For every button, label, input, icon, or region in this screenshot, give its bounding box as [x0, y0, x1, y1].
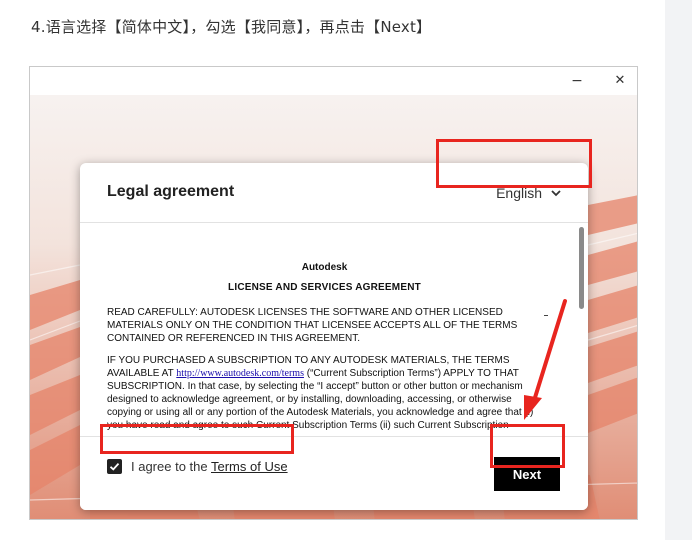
agree-label: I agree to the Terms of Use	[131, 459, 288, 474]
agree-label-text: I agree to the	[131, 459, 211, 474]
agreement-scrollbar[interactable]	[579, 227, 584, 309]
text-mark	[544, 315, 548, 316]
terms-url-link[interactable]: http://www.autodesk.com/terms	[176, 368, 304, 379]
next-button[interactable]: Next	[494, 457, 560, 491]
language-select[interactable]: English	[442, 175, 582, 211]
step-instruction: 4.语言选择【简体中文】，勾选【我同意】，再点击【Next】	[31, 18, 432, 36]
page-gutter	[665, 0, 692, 540]
minimize-button[interactable]: −	[567, 71, 587, 91]
dialog-header: Legal agreement English	[80, 163, 588, 223]
dialog-title: Legal agreement	[107, 183, 235, 200]
article-body: 4.语言选择【简体中文】，勾选【我同意】，再点击【Next】 − ✕ Legal…	[0, 0, 665, 540]
legal-agreement-dialog: Legal agreement English Autodesk LICENSE…	[80, 163, 588, 510]
agreement-paragraph-2: IF YOU PURCHASED A SUBSCRIPTION TO ANY A…	[107, 354, 542, 432]
agree-row[interactable]: I agree to the Terms of Use	[107, 459, 288, 474]
close-button[interactable]: ✕	[610, 71, 630, 91]
agreement-paragraph-1: READ CAREFULLY: AUTODESK LICENSES THE SO…	[107, 307, 518, 344]
agreement-heading: LICENSE AND SERVICES AGREEMENT	[228, 282, 421, 293]
window-titlebar: − ✕	[30, 67, 637, 95]
agreement-text-area[interactable]: Autodesk LICENSE AND SERVICES AGREEMENT …	[80, 224, 588, 436]
dialog-footer: I agree to the Terms of Use Next	[80, 436, 588, 510]
background-image: Legal agreement English Autodesk LICENSE…	[30, 95, 637, 519]
agreement-company: Autodesk	[301, 262, 348, 273]
installer-screenshot: − ✕ Legal agreement English Autodesk LIC…	[29, 66, 638, 520]
agree-checkbox[interactable]	[107, 459, 122, 474]
language-value: English	[496, 185, 542, 201]
chevron-down-icon	[551, 190, 561, 197]
terms-of-use-link[interactable]: Terms of Use	[211, 459, 288, 474]
checkmark-icon	[109, 462, 120, 471]
